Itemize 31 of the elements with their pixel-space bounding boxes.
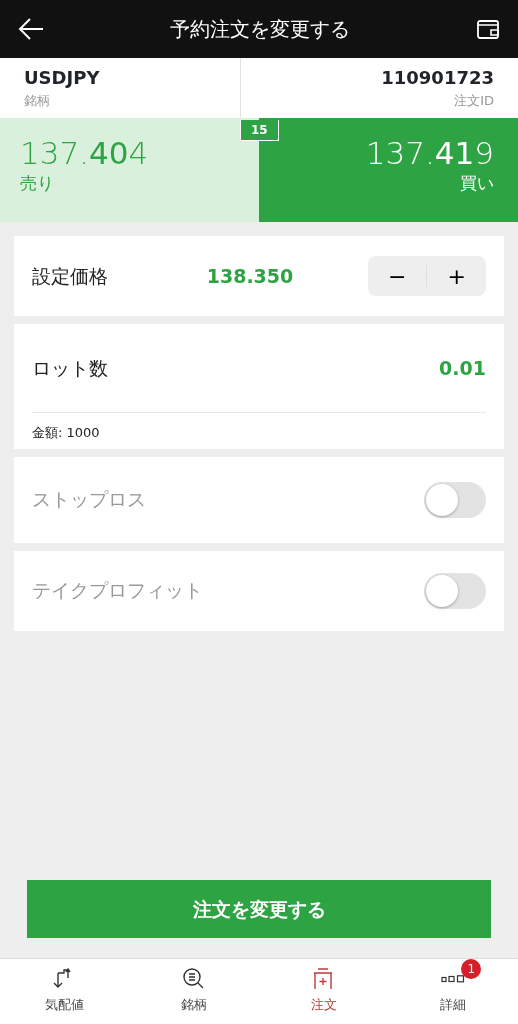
nav-tab[interactable]: 詳細 1 xyxy=(388,959,518,1024)
symbol-text: USDJPY xyxy=(24,66,101,90)
setting-label: 設定価格 xyxy=(32,263,108,289)
minus-button[interactable]: − xyxy=(368,256,427,296)
setting-label: ストップロス xyxy=(32,487,146,513)
buy-label: 買い xyxy=(460,173,494,193)
setting-value: 138.350 xyxy=(205,263,294,289)
spread-badge: 15 xyxy=(240,120,279,141)
plus-button[interactable]: + xyxy=(427,256,486,296)
symbol-label: 銘柄 xyxy=(24,92,51,110)
wallet-icon xyxy=(476,18,500,40)
setting-label: ロット数 xyxy=(32,355,108,381)
notification-badge: 1 xyxy=(461,959,482,979)
sell-price: 137.404 xyxy=(20,135,149,171)
back-arrow-icon xyxy=(18,18,44,40)
amount-text: 金額: 1000 xyxy=(32,425,100,440)
toggle-switch[interactable] xyxy=(424,572,486,609)
nav-tab[interactable]: 気配値 xyxy=(0,959,130,1024)
screen-title: 予約注文を変更する xyxy=(170,16,350,43)
nav-tab[interactable]: 銘柄 xyxy=(129,959,259,1024)
setting-value: 0.01 xyxy=(439,355,486,381)
back-button[interactable] xyxy=(18,18,44,40)
order-id-label: 注文ID xyxy=(453,92,494,110)
wallet-button[interactable] xyxy=(476,18,500,40)
order-id-text: 110901723 xyxy=(380,66,494,90)
buy-price: 137.419 xyxy=(365,135,494,171)
sell-label: 売り xyxy=(20,173,54,193)
nav-tab[interactable]: 注文 xyxy=(259,959,389,1024)
setting-label: テイクプロフィット xyxy=(32,578,203,604)
toggle-switch[interactable] xyxy=(424,481,486,518)
squares-icon xyxy=(441,975,466,983)
